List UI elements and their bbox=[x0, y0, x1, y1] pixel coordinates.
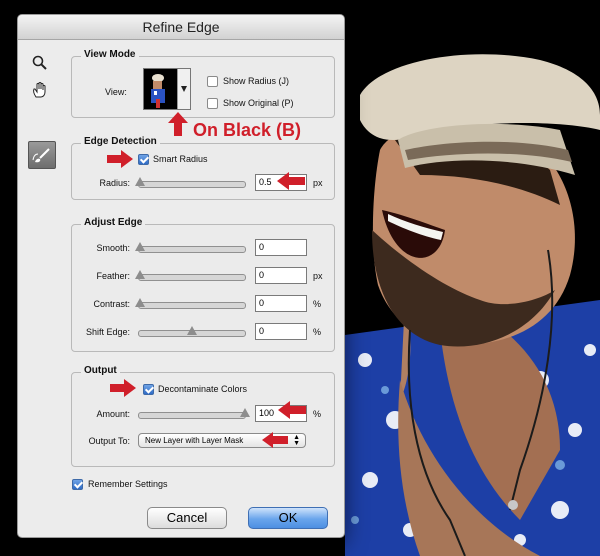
red-arrow-icon bbox=[277, 172, 305, 190]
hand-icon[interactable] bbox=[28, 81, 52, 101]
amount-unit: % bbox=[313, 409, 322, 419]
amount-slider-thumb[interactable] bbox=[240, 408, 250, 417]
amount-slider[interactable] bbox=[138, 408, 250, 419]
smart-radius-label: Smart Radius bbox=[153, 154, 208, 164]
radius-slider[interactable] bbox=[135, 177, 246, 188]
contrast-slider[interactable] bbox=[135, 298, 246, 309]
feather-label: Feather: bbox=[96, 271, 130, 281]
feather-unit: px bbox=[313, 271, 323, 281]
show-original-label: Show Original (P) bbox=[223, 98, 294, 108]
smooth-slider[interactable] bbox=[135, 242, 246, 253]
show-radius-checkbox[interactable] bbox=[207, 76, 218, 87]
output-to-value: New Layer with Layer Mask bbox=[145, 436, 244, 445]
view-mode-preview-dropdown[interactable] bbox=[143, 68, 191, 110]
feather-slider[interactable] bbox=[135, 270, 246, 281]
radius-slider-thumb[interactable] bbox=[135, 177, 145, 186]
output-legend: Output bbox=[81, 365, 120, 376]
view-mode-legend: View Mode bbox=[81, 49, 139, 60]
cancel-button[interactable]: Cancel bbox=[147, 507, 227, 529]
red-arrow-icon bbox=[107, 150, 133, 168]
view-mode-group: View Mode View: Show Radius (J) Show Ori… bbox=[71, 49, 335, 118]
chevron-down-icon[interactable] bbox=[177, 69, 190, 109]
amount-label: Amount: bbox=[96, 409, 130, 419]
shift-edge-label: Shift Edge: bbox=[85, 327, 130, 337]
adjust-edge-group: Adjust Edge Smooth: 0 Feather: 0 px Cont… bbox=[71, 217, 335, 352]
refine-radius-brush-icon[interactable] bbox=[28, 141, 56, 169]
shift-edge-input[interactable]: 0 bbox=[255, 323, 307, 340]
remember-settings-label: Remember Settings bbox=[88, 479, 168, 489]
contrast-label: Contrast: bbox=[93, 299, 130, 309]
dialog-title: Refine Edge bbox=[18, 15, 344, 40]
show-radius-label: Show Radius (J) bbox=[223, 76, 290, 86]
ok-button[interactable]: OK bbox=[248, 507, 328, 529]
edge-detection-legend: Edge Detection bbox=[81, 136, 160, 147]
view-label: View: bbox=[105, 87, 127, 97]
radius-label: Radius: bbox=[99, 178, 130, 188]
smooth-slider-thumb[interactable] bbox=[135, 242, 145, 251]
shift-edge-slider-thumb[interactable] bbox=[187, 326, 197, 335]
radius-unit: px bbox=[313, 178, 323, 188]
decontaminate-colors-checkbox[interactable] bbox=[143, 384, 154, 395]
smooth-input[interactable]: 0 bbox=[255, 239, 307, 256]
view-mode-thumbnail bbox=[151, 74, 165, 108]
show-original-checkbox[interactable] bbox=[207, 98, 218, 109]
select-arrows-icon: ▲ ▼ bbox=[293, 434, 300, 447]
contrast-unit: % bbox=[313, 299, 322, 309]
shift-edge-slider[interactable] bbox=[138, 326, 246, 337]
red-arrow-icon bbox=[278, 401, 306, 419]
red-arrow-icon bbox=[110, 379, 136, 397]
red-arrow-icon bbox=[168, 112, 188, 136]
smart-radius-checkbox[interactable] bbox=[138, 154, 149, 165]
feather-input[interactable]: 0 bbox=[255, 267, 307, 284]
adjust-edge-legend: Adjust Edge bbox=[81, 217, 146, 228]
decontaminate-colors-label: Decontaminate Colors bbox=[158, 384, 248, 394]
zoom-icon[interactable] bbox=[28, 55, 52, 75]
contrast-input[interactable]: 0 bbox=[255, 295, 307, 312]
remember-settings-checkbox[interactable] bbox=[72, 479, 83, 490]
contrast-slider-thumb[interactable] bbox=[135, 298, 145, 307]
red-arrow-icon bbox=[262, 432, 288, 448]
shift-edge-unit: % bbox=[313, 327, 322, 337]
output-to-label: Output To: bbox=[88, 436, 130, 446]
feather-slider-thumb[interactable] bbox=[135, 270, 145, 279]
smooth-label: Smooth: bbox=[96, 243, 130, 253]
on-black-callout: On Black (B) bbox=[193, 120, 302, 140]
refine-edge-dialog: Refine Edge View Mode View: Show Radius … bbox=[17, 14, 345, 538]
